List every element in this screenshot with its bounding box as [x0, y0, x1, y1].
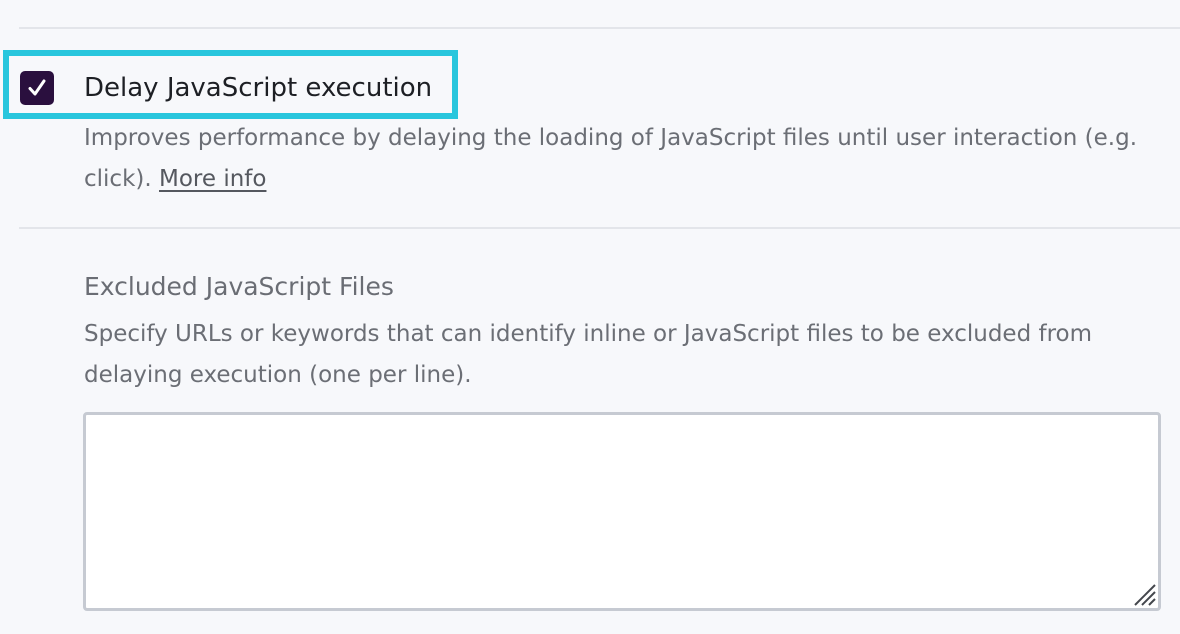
excluded-files-field — [83, 412, 1161, 611]
more-info-link[interactable]: More info — [159, 166, 266, 192]
delay-js-checkbox[interactable] — [20, 71, 54, 105]
settings-panel: Delay JavaScript execution Improves perf… — [0, 0, 1180, 634]
excluded-files-title: Excluded JavaScript Files — [84, 272, 394, 301]
excluded-files-description: Specify URLs or keywords that can identi… — [84, 321, 1093, 388]
excluded-files-textarea[interactable] — [83, 412, 1161, 611]
divider-middle — [19, 227, 1180, 229]
resize-grip-icon[interactable] — [1131, 581, 1157, 607]
check-icon — [28, 79, 46, 96]
delay-js-description: Improves performance by delaying the loa… — [84, 118, 1180, 200]
divider-top — [19, 27, 1180, 29]
delay-js-label[interactable]: Delay JavaScript execution — [84, 71, 432, 105]
